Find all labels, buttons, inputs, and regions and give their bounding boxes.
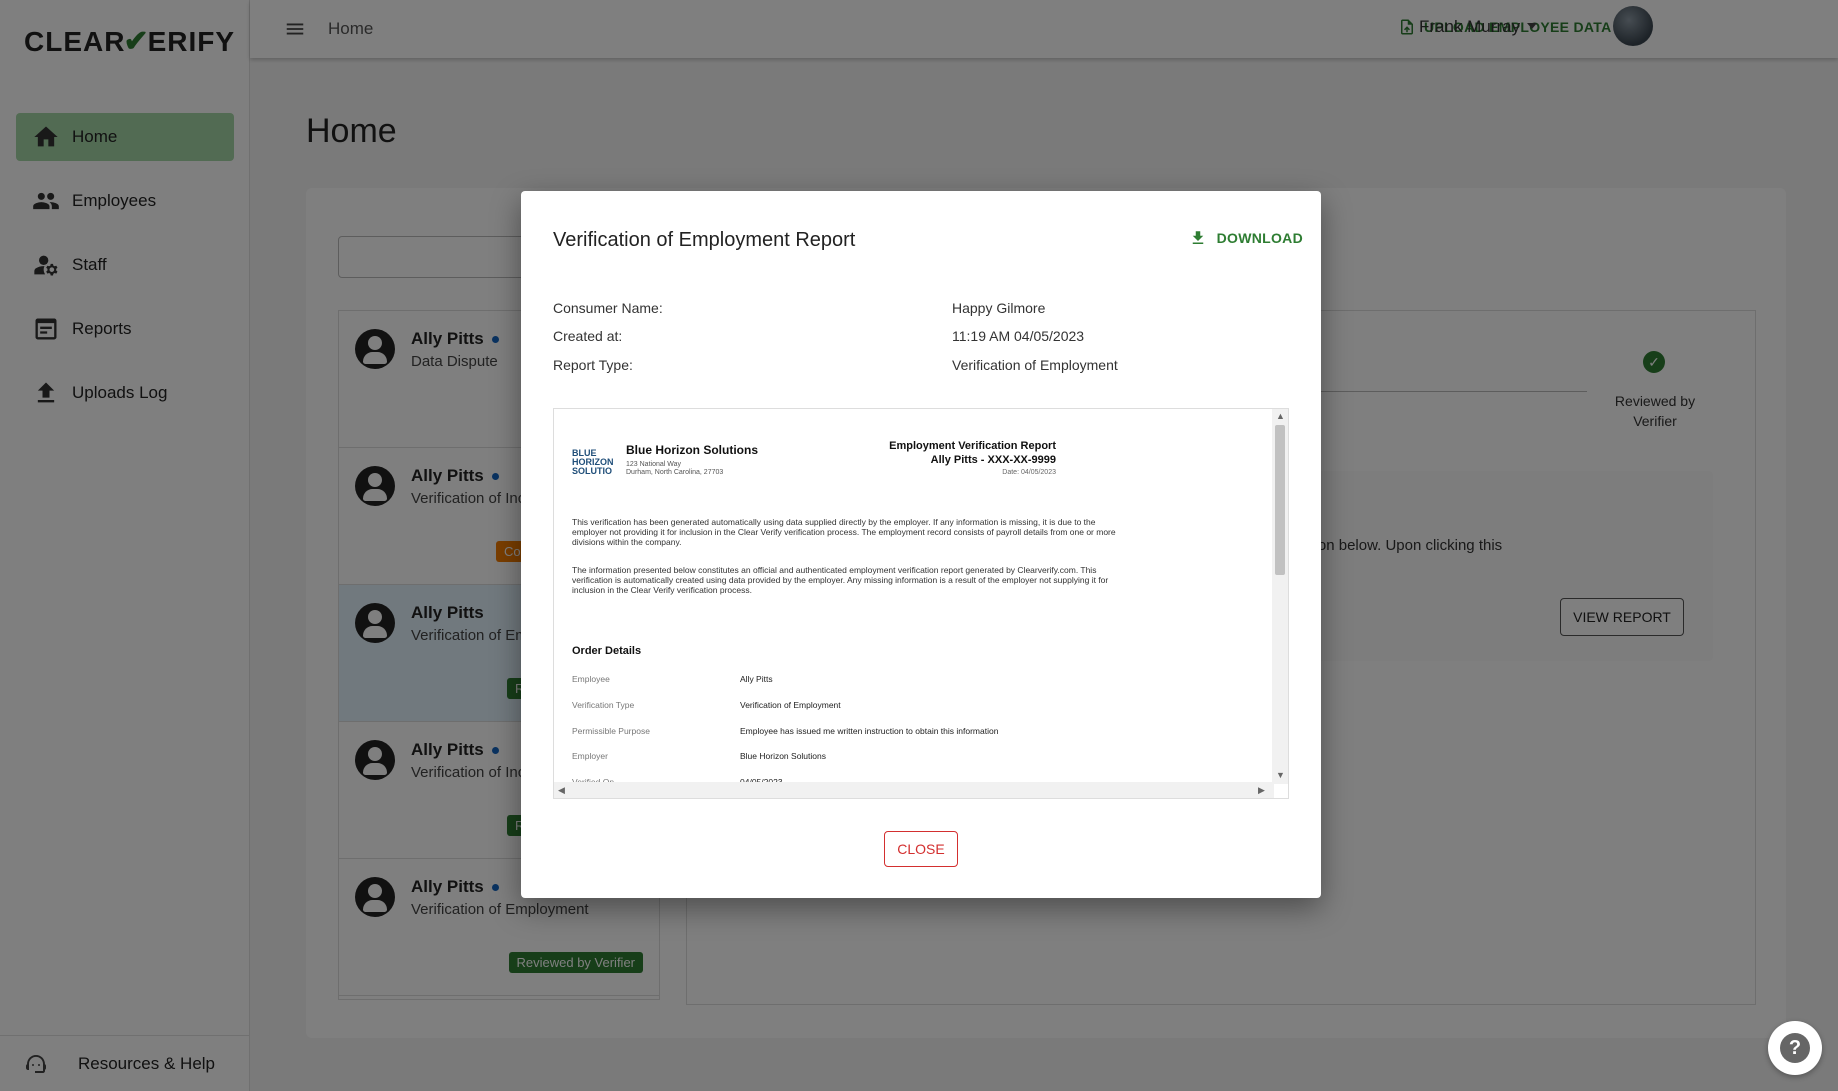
doc-report-heading: Employment Verification Report Ally Pitt… bbox=[889, 439, 1056, 467]
vertical-scrollbar[interactable]: ▲ ▼ bbox=[1272, 409, 1288, 784]
close-button[interactable]: CLOSE bbox=[884, 831, 958, 867]
scroll-down-icon[interactable]: ▼ bbox=[1276, 770, 1285, 780]
created-at-value: 11:19 AM 04/05/2023 bbox=[952, 328, 1085, 344]
doc-detail-value: Ally Pitts bbox=[740, 674, 773, 684]
doc-address-line1: 123 National Way bbox=[626, 461, 681, 468]
doc-detail-value: Verification of Employment bbox=[740, 700, 841, 710]
doc-paragraph: This verification has been generated aut… bbox=[572, 517, 1116, 547]
report-type-label: Report Type: bbox=[553, 357, 633, 373]
consumer-name-value: Happy Gilmore bbox=[952, 300, 1046, 316]
created-at-label: Created at: bbox=[553, 328, 623, 344]
doc-paragraph: The information presented below constitu… bbox=[572, 565, 1109, 595]
download-label: DOWNLOAD bbox=[1216, 230, 1303, 246]
report-document-viewer[interactable]: BLUE HORIZON SOLUTIO Blue Horizon Soluti… bbox=[553, 408, 1289, 799]
scroll-up-icon[interactable]: ▲ bbox=[1276, 411, 1285, 421]
consumer-name-label: Consumer Name: bbox=[553, 300, 663, 316]
scroll-left-icon[interactable]: ◀ bbox=[558, 785, 565, 796]
report-type-value: Verification of Employment bbox=[952, 357, 1118, 373]
doc-detail-value: Employee has issued me written instructi… bbox=[740, 726, 999, 736]
doc-detail-key: Verification Type bbox=[572, 700, 635, 710]
company-logo: BLUE HORIZON SOLUTIO bbox=[572, 448, 614, 476]
horizontal-scrollbar[interactable]: ◀ ▶ bbox=[554, 782, 1274, 798]
download-icon bbox=[1192, 231, 1203, 244]
doc-report-subject: Ally Pitts - XXX-XX-9999 bbox=[930, 454, 1056, 466]
doc-address-line2: Durham, North Carolina, 27703 bbox=[626, 469, 724, 476]
download-button[interactable]: DOWNLOAD bbox=[1189, 229, 1303, 247]
doc-report-title: Employment Verification Report bbox=[889, 440, 1056, 452]
doc-detail-key: Employee bbox=[572, 674, 610, 684]
report-dialog: Verification of Employment Report DOWNLO… bbox=[521, 191, 1321, 898]
scrollbar-thumb[interactable] bbox=[1275, 425, 1285, 575]
doc-company-name: Blue Horizon Solutions bbox=[626, 443, 758, 457]
doc-detail-key: Permissible Purpose bbox=[572, 726, 650, 736]
doc-report-date: Date: 04/05/2023 bbox=[1002, 469, 1056, 476]
help-icon: ? bbox=[1780, 1033, 1810, 1063]
scroll-right-icon[interactable]: ▶ bbox=[1258, 785, 1265, 796]
doc-company-address: 123 National Way Durham, North Carolina,… bbox=[626, 461, 723, 477]
doc-section-title: Order Details bbox=[572, 645, 642, 657]
doc-detail-value: Blue Horizon Solutions bbox=[740, 751, 826, 761]
dialog-title: Verification of Employment Report bbox=[553, 229, 856, 251]
doc-detail-key: Employer bbox=[572, 751, 608, 761]
help-fab-button[interactable]: ? bbox=[1768, 1021, 1822, 1075]
